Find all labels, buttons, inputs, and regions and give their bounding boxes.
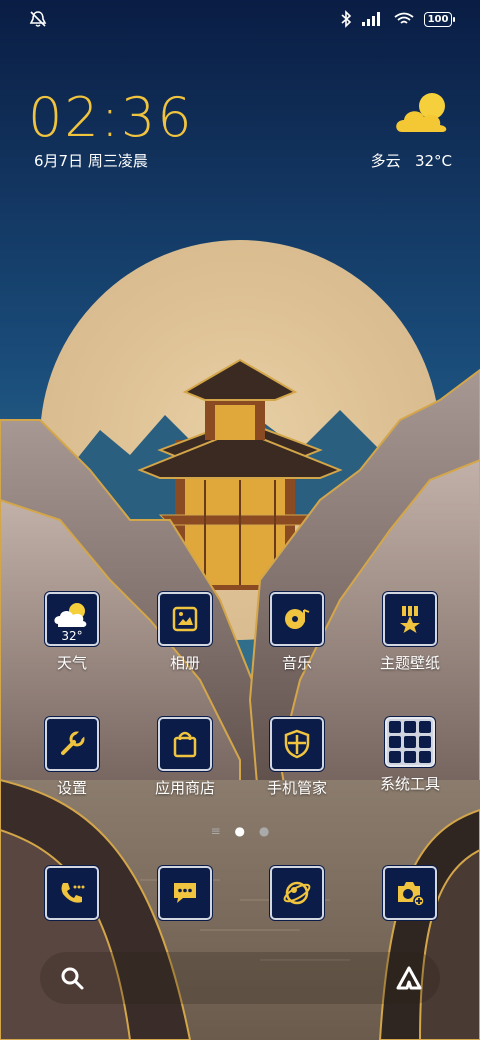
app-label: 手机管家	[266, 779, 327, 797]
page-dot: ●	[258, 824, 270, 838]
app-weather[interactable]: 32° 天气	[22, 592, 122, 673]
app-store-icon	[158, 717, 212, 771]
battery-indicator: 100	[424, 11, 455, 27]
bluetooth-icon	[341, 10, 352, 28]
browser-icon	[270, 866, 324, 920]
security-icon	[270, 717, 324, 771]
app-settings[interactable]: 设置	[22, 717, 122, 798]
wifi-icon	[394, 12, 414, 24]
search-icon[interactable]	[58, 964, 86, 992]
music-icon	[270, 592, 324, 646]
phone-icon	[45, 866, 99, 920]
settings-icon	[45, 717, 99, 771]
assistant-icon[interactable]	[394, 964, 424, 992]
cloud-sun-icon	[396, 93, 447, 132]
app-label: 天气	[56, 654, 87, 672]
app-label: 应用商店	[154, 779, 215, 797]
dock-phone[interactable]	[22, 866, 122, 920]
mute-icon	[29, 11, 47, 27]
app-themes[interactable]: 主题壁纸	[360, 592, 460, 673]
menu-lines-icon: ≡	[210, 824, 221, 838]
weather-badge: 32°	[61, 629, 83, 643]
app-label: 相册	[169, 654, 200, 672]
search-bar[interactable]	[40, 952, 440, 1004]
page-dot-active: ●	[234, 824, 246, 838]
app-label: 系统工具	[379, 775, 440, 793]
status-bar: 100	[0, 0, 480, 40]
themes-icon	[383, 592, 437, 646]
messages-icon	[158, 866, 212, 920]
app-label: 主题壁纸	[379, 654, 440, 672]
dock-messages[interactable]	[135, 866, 235, 920]
app-security[interactable]: 手机管家	[247, 717, 347, 798]
camera-icon	[383, 866, 437, 920]
clock-time[interactable]: 02:36	[28, 86, 194, 149]
page-indicator[interactable]: ≡ ● ●	[0, 824, 480, 838]
weather-temperature: 32°C	[414, 152, 452, 170]
app-music[interactable]: 音乐	[247, 592, 347, 673]
dock-browser[interactable]	[247, 866, 347, 920]
signal-icon	[362, 12, 380, 26]
app-folder-system-tools[interactable]: 系统工具	[360, 717, 460, 794]
weather-icon: 32°	[45, 592, 99, 646]
gallery-icon	[158, 592, 212, 646]
app-gallery[interactable]: 相册	[135, 592, 235, 673]
app-store[interactable]: 应用商店	[135, 717, 235, 798]
weather-condition: 多云	[370, 152, 401, 170]
folder-icon	[385, 717, 435, 767]
dock-camera[interactable]	[360, 866, 460, 920]
app-label: 设置	[56, 779, 87, 797]
app-label: 音乐	[281, 654, 312, 672]
clock-date: 6月7日 周三凌晨	[34, 152, 148, 170]
